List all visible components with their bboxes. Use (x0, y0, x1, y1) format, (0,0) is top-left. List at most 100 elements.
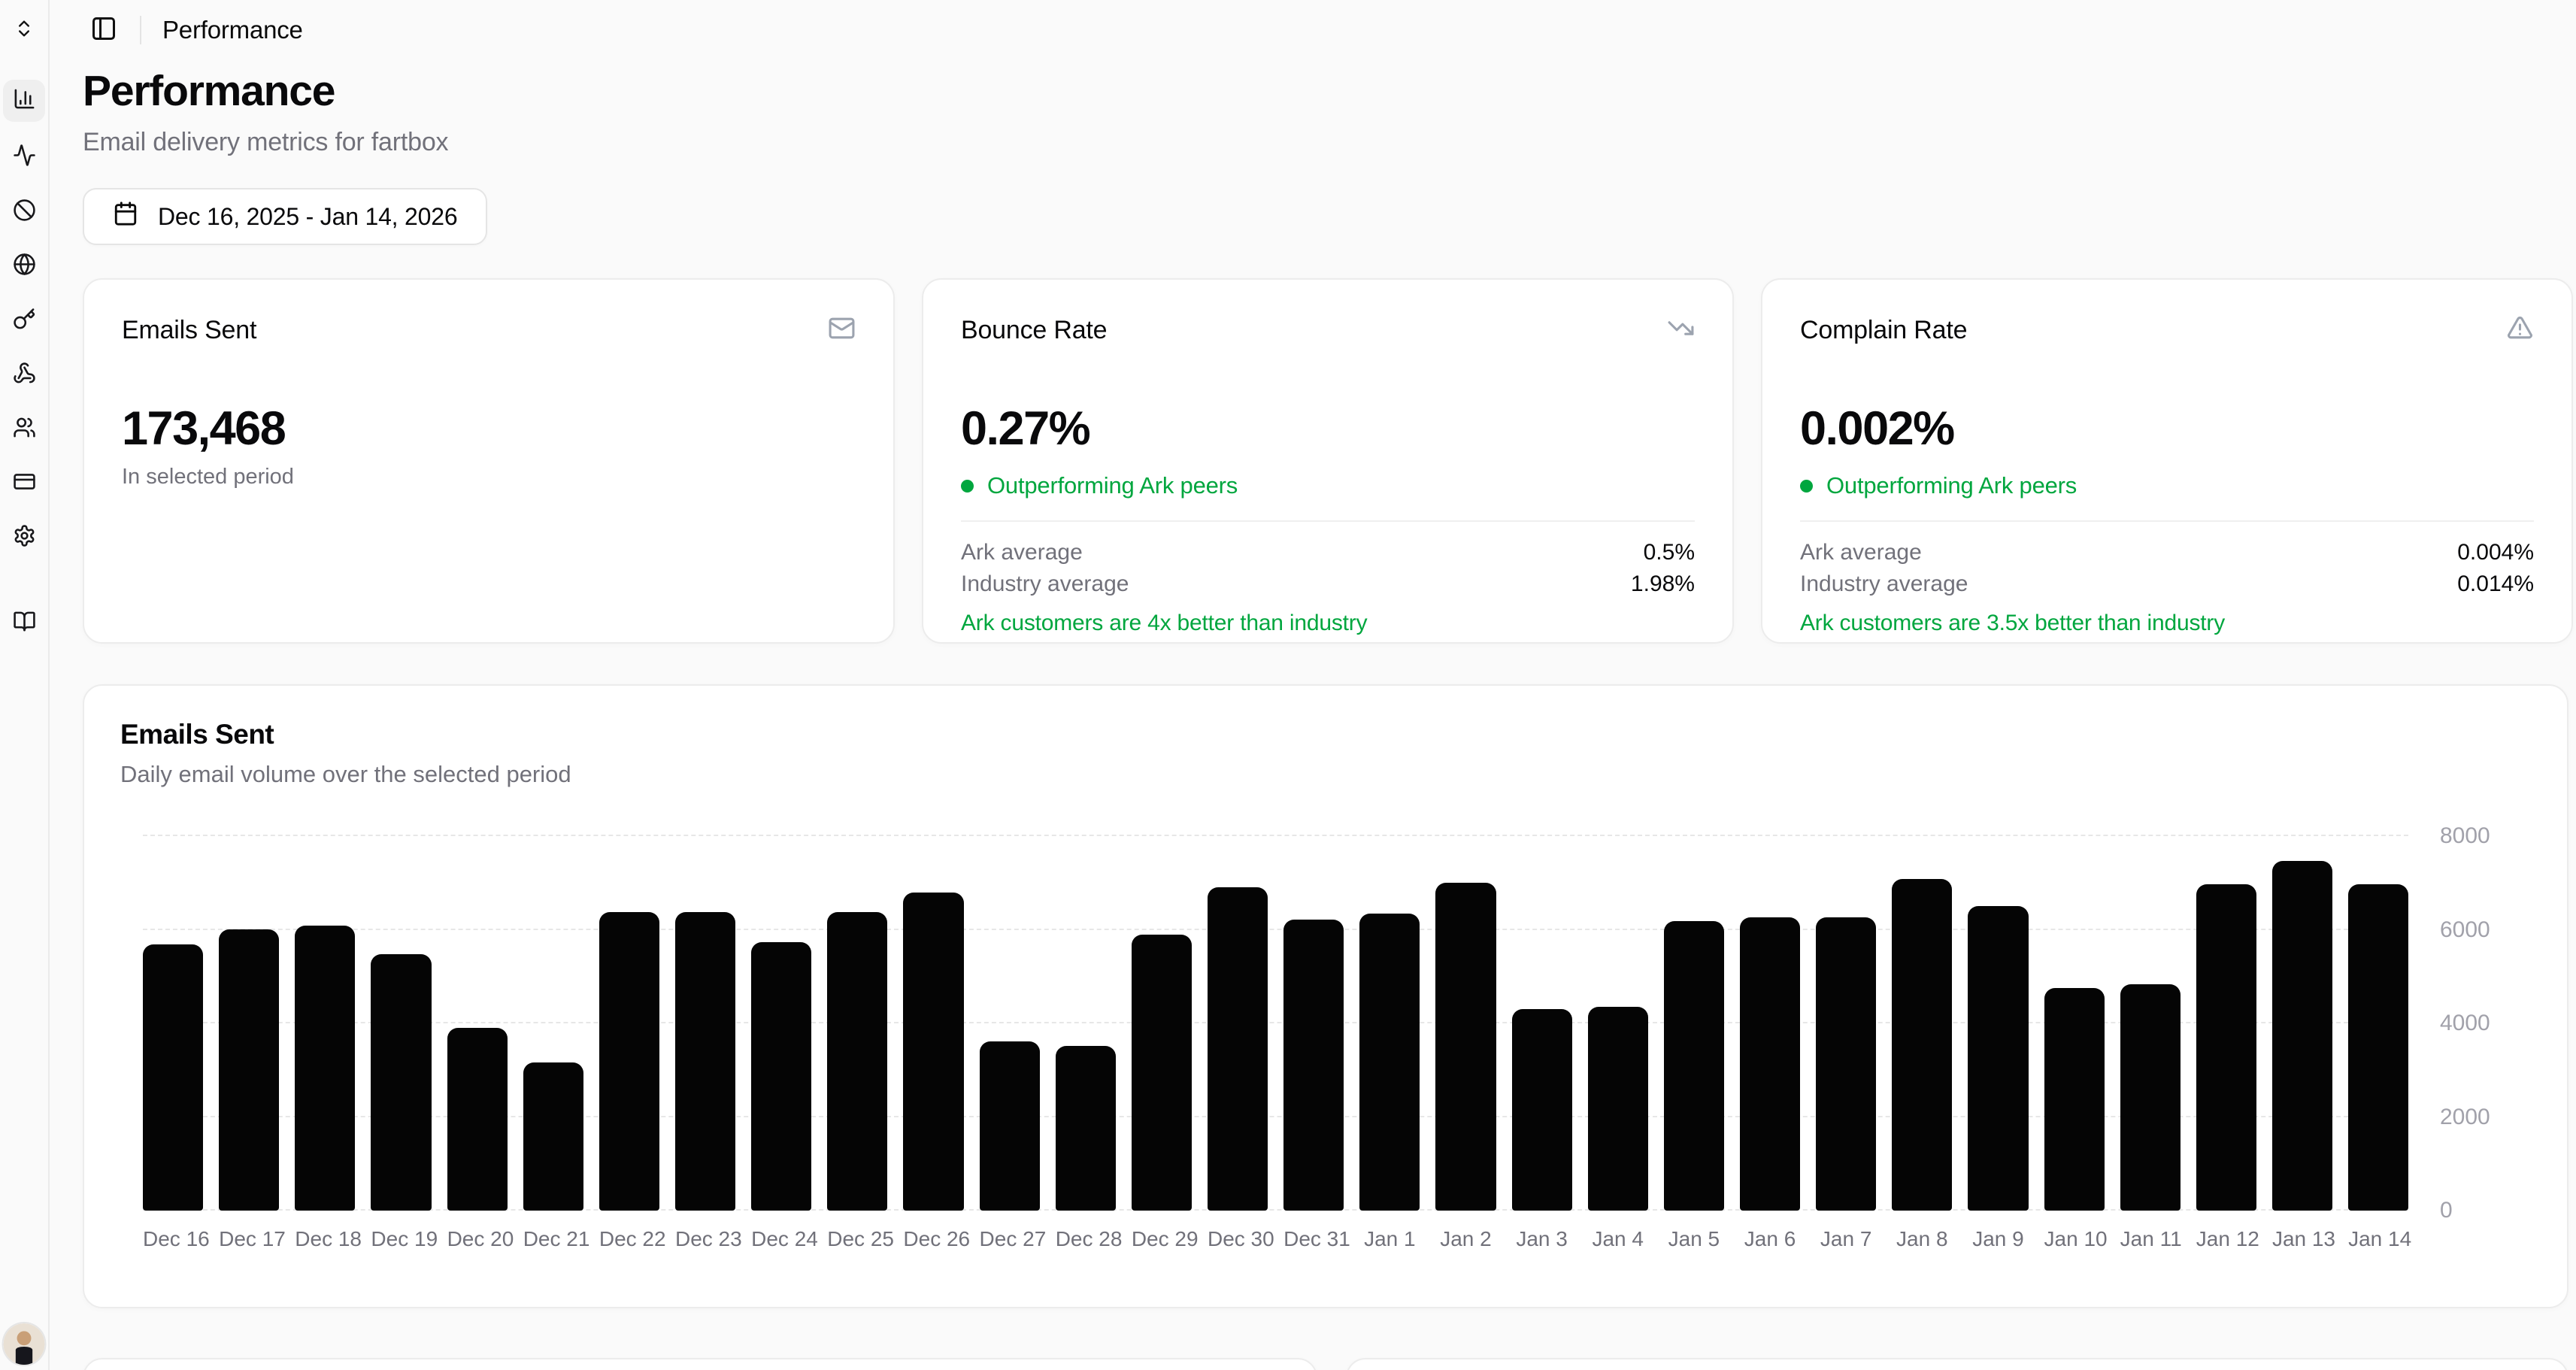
y-tick-label: 0 (2440, 1198, 2453, 1223)
settings-icon (13, 524, 36, 551)
sidebar-item-users[interactable] (3, 408, 45, 450)
chart-subtitle: Daily email volume over the selected per… (120, 761, 571, 787)
emails-sent-note: In selected period (122, 465, 294, 489)
row-label: Ark average (961, 540, 1083, 565)
panel-left-icon (90, 15, 117, 46)
bar-jan-8[interactable] (1892, 879, 1953, 1211)
complain-rate-value: 0.002% (1800, 402, 1955, 455)
bar-jan-6[interactable] (1739, 917, 1801, 1211)
sidebar-collapse-button[interactable] (89, 15, 119, 45)
x-tick-label: Jan 5 (1668, 1227, 1720, 1250)
bottom-left-card (83, 1358, 1317, 1370)
bar-dec-25[interactable] (827, 912, 888, 1211)
bar-dec-26[interactable] (903, 893, 964, 1211)
row-value: 0.004% (2457, 540, 2534, 565)
bar-jan-11[interactable] (2120, 984, 2181, 1211)
x-tick-label: Dec 22 (599, 1227, 666, 1250)
bar-dec-24[interactable] (751, 942, 812, 1211)
bar-dec-30[interactable] (1207, 887, 1268, 1211)
bar-dec-18[interactable] (295, 926, 356, 1211)
bar-dec-29[interactable] (1131, 935, 1192, 1211)
topbar: Performance (50, 0, 2576, 60)
x-tick-label: Jan 4 (1592, 1227, 1644, 1250)
bar-dec-28[interactable] (1055, 1046, 1116, 1211)
x-tick-label: Dec 30 (1207, 1227, 1274, 1250)
x-tick-label: Dec 28 (1055, 1227, 1123, 1250)
globe-icon (13, 253, 36, 280)
x-tick-label: Dec 18 (295, 1227, 362, 1250)
sidebar-item-settings[interactable] (3, 517, 45, 559)
bar-dec-27[interactable] (979, 1041, 1040, 1211)
sidebar-item-chart-column[interactable] (3, 80, 45, 122)
x-tick-label: Dec 27 (979, 1227, 1047, 1250)
sidebar-item-activity[interactable] (3, 136, 45, 178)
date-range-button[interactable]: Dec 16, 2025 - Jan 14, 2026 (83, 188, 488, 245)
bar-jan-12[interactable] (2196, 884, 2256, 1211)
x-tick-label: Dec 19 (371, 1227, 438, 1250)
x-tick-label: Dec 25 (827, 1227, 894, 1250)
status-dot (1800, 479, 1813, 493)
status-text: Outperforming Ark peers (987, 472, 1238, 499)
sidebar-item-webhook[interactable] (3, 354, 45, 396)
bar-dec-21[interactable] (523, 1062, 583, 1211)
row-label: Industry average (961, 571, 1129, 596)
x-tick-label: Jan 3 (1516, 1227, 1568, 1250)
x-tick-label: Jan 8 (1896, 1227, 1948, 1250)
bar-jan-7[interactable] (1816, 917, 1877, 1211)
bar-dec-17[interactable] (219, 929, 280, 1211)
x-tick-label: Jan 6 (1744, 1227, 1796, 1250)
emails-sent-value: 173,468 (122, 402, 286, 455)
x-tick-label: Jan 2 (1440, 1227, 1492, 1250)
x-tick-label: Dec 21 (523, 1227, 590, 1250)
sidebar-item-book-open[interactable] (3, 602, 45, 644)
bar-jan-4[interactable] (1587, 1007, 1648, 1211)
bar-jan-1[interactable] (1359, 914, 1420, 1211)
x-tick-label: Dec 24 (751, 1227, 818, 1250)
sidebar-item-key[interactable] (3, 300, 45, 342)
card-title: Complain Rate (1800, 315, 1968, 344)
bar-jan-13[interactable] (2271, 861, 2333, 1211)
x-tick-label: Dec 29 (1131, 1227, 1199, 1250)
x-tick-label: Jan 13 (2271, 1227, 2336, 1250)
bar-dec-31[interactable] (1283, 920, 1344, 1211)
bar-dec-16[interactable] (143, 944, 204, 1211)
user-avatar[interactable] (3, 1323, 45, 1365)
emails-sent-card: Emails Sent 173,468 In selected period (83, 278, 895, 644)
bounce-rate-card: Bounce Rate 0.27% Outperforming Ark peer… (922, 278, 1734, 644)
bar-dec-20[interactable] (447, 1028, 508, 1211)
bar-dec-22[interactable] (599, 912, 659, 1211)
chart-column-icon (13, 87, 36, 114)
industry-average-row: Industry average 0.014% (1800, 568, 2534, 600)
page-header: Performance Email delivery metrics for f… (83, 66, 449, 157)
bar-jan-5[interactable] (1663, 921, 1724, 1211)
bar-jan-14[interactable] (2348, 884, 2409, 1211)
bounce-rate-value: 0.27% (961, 402, 1091, 455)
x-tick-label: Dec 23 (674, 1227, 742, 1250)
divider (1800, 520, 2534, 522)
status-row: Outperforming Ark peers (961, 472, 1695, 499)
chevrons-up-down-icon (14, 18, 35, 43)
x-tick-label: Dec 20 (447, 1227, 514, 1250)
bar-jan-9[interactable] (1968, 906, 2029, 1211)
mail-icon (828, 314, 856, 346)
y-axis-labels: 0 2000 4000 6000 8000 (2440, 823, 2560, 1223)
sidebar-item-ban[interactable] (3, 191, 45, 233)
divider (961, 520, 1695, 522)
sidebar-item-credit-card[interactable] (3, 462, 45, 505)
credit-card-icon (13, 470, 36, 497)
page-subtitle: Email delivery metrics for fartbox (83, 128, 449, 156)
bar-jan-3[interactable] (1511, 1009, 1572, 1211)
bar-dec-23[interactable] (674, 912, 736, 1211)
calendar-icon (113, 201, 138, 232)
topbar-separator (140, 16, 141, 44)
status-row: Outperforming Ark peers (1800, 472, 2534, 499)
sidebar (0, 0, 50, 1370)
bar-jan-10[interactable] (2044, 988, 2105, 1211)
bar-dec-19[interactable] (371, 954, 432, 1211)
breadcrumb: Performance (162, 16, 303, 44)
y-tick-label: 8000 (2440, 823, 2490, 848)
bar-jan-2[interactable] (1435, 883, 1496, 1211)
sidebar-item-globe[interactable] (3, 245, 45, 287)
sidebar-workspace-toggle[interactable] (5, 11, 44, 50)
y-tick-label: 4000 (2440, 1011, 2490, 1035)
